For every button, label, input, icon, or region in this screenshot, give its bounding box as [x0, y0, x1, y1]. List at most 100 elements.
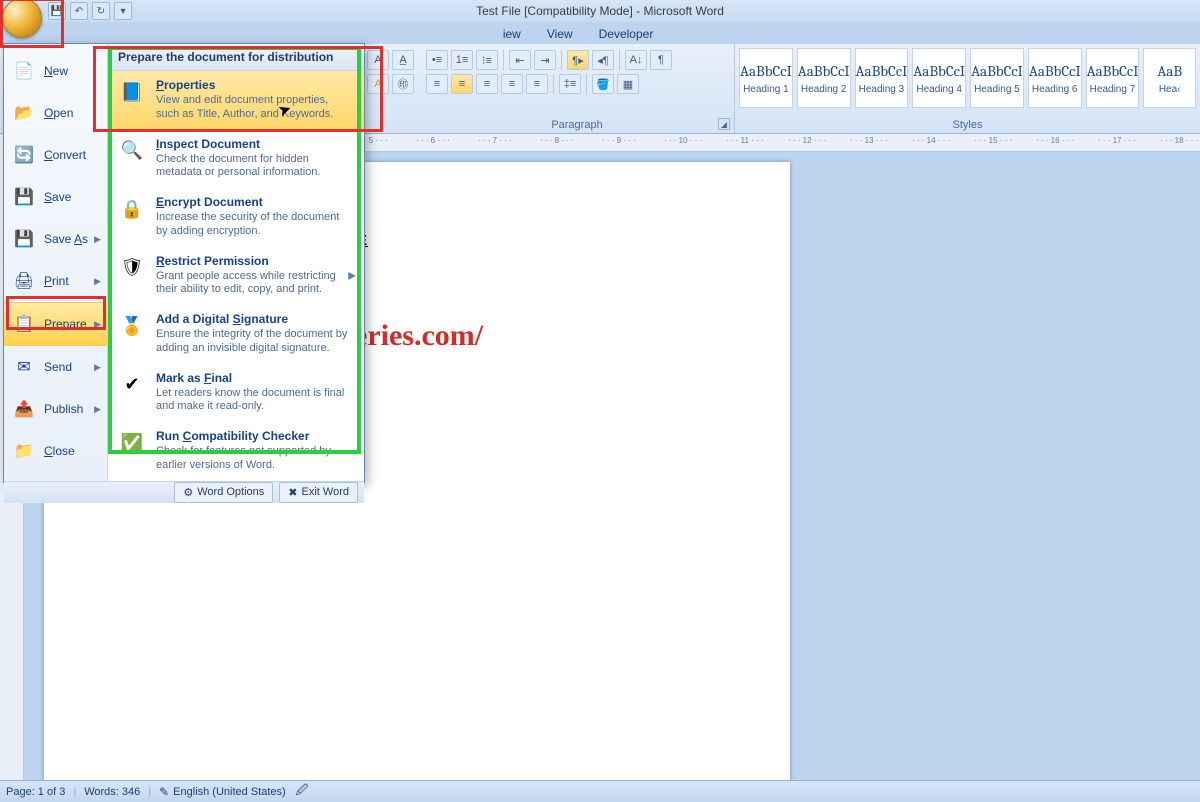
ribbon-tabs: HomeInsertPage LayoutReferencesMailings … [0, 22, 1200, 44]
submenu-arrow-icon: ▶ [94, 362, 101, 373]
tab-developer[interactable]: Developer [589, 24, 664, 44]
office-menu-publish[interactable]: 📤Publish▶ [4, 388, 107, 430]
office-menu-save[interactable]: 💾Save [4, 176, 107, 218]
submenu-arrow-icon: ▶ [94, 234, 101, 245]
office-menu-convert[interactable]: 🔄Convert [4, 134, 107, 176]
show-marks-button[interactable]: ¶ [650, 50, 672, 70]
align-left-button[interactable]: ≡ [426, 74, 448, 94]
submenu-arrow-icon: ▶ [348, 270, 356, 281]
close-icon: 📁 [12, 439, 36, 463]
properties-icon: 📘 [118, 78, 146, 106]
prepare-run-compatibility-checker[interactable]: ✅Run Compatibility CheckerCheck for feat… [108, 422, 364, 481]
print-icon: 🖨 [12, 269, 36, 293]
bullets-button[interactable]: •≡ [426, 50, 448, 70]
style-heading-5[interactable]: AaBbCcIHeading 5 [970, 48, 1024, 108]
save-icon: 💾 [12, 185, 36, 209]
style-heading-3[interactable]: AaBbCcIHeading 3 [855, 48, 909, 108]
ltr-button[interactable]: ¶▸ [567, 50, 589, 70]
paragraph-group-label: Paragraph [420, 119, 734, 131]
align-center-button[interactable]: ≡ [451, 74, 473, 94]
restrict-permission-icon: 🛡 [118, 254, 146, 282]
run-compatibility-checker-icon: ✅ [118, 429, 146, 457]
qat-redo-button[interactable]: ↻ [92, 2, 110, 20]
encrypt-document-icon: 🔒 [118, 195, 146, 223]
tab-view[interactable]: View [537, 24, 583, 44]
submenu-arrow-icon: ▶ [94, 319, 101, 330]
inspect-document-icon: 🔍 [118, 137, 146, 165]
status-bar: Page: 1 of 3| Words: 346| ✎ English (Uni… [0, 780, 1200, 802]
char-border-button[interactable]: A̲ [392, 50, 414, 70]
office-menu-left: 📄New📂Open🔄Convert💾Save💾Save As▶🖨Print▶📋P… [4, 44, 108, 481]
styles-group-label: Styles [735, 119, 1200, 131]
prepare-restrict-permission[interactable]: 🛡Restrict PermissionGrant people access … [108, 247, 364, 306]
qat-customize-button[interactable]: ▾ [114, 2, 132, 20]
distributed-button[interactable]: ≡ [526, 74, 548, 94]
borders-button[interactable]: ▦ [617, 74, 639, 94]
word-options-button[interactable]: ⚙Word Options [174, 482, 273, 503]
status-language[interactable]: English (United States) [173, 786, 286, 798]
add-a-digital-signature-icon: 🏅 [118, 312, 146, 340]
style-heading-6[interactable]: AaBbCcIHeading 6 [1028, 48, 1082, 108]
style-more-fragment[interactable]: AaBHea‹ [1143, 48, 1196, 108]
multilevel-button[interactable]: ⁝≡ [476, 50, 498, 70]
save-as-icon: 💾 [12, 227, 36, 251]
styles-group: AaBbCcIHeading 1AaBbCcIHeading 2AaBbCcIH… [735, 44, 1200, 133]
prepare-add-a-digital-signature[interactable]: 🏅Add a Digital SignatureEnsure the integ… [108, 305, 364, 364]
status-words[interactable]: Words: 346 [84, 786, 140, 798]
style-heading-1[interactable]: AaBbCcIHeading 1 [739, 48, 793, 108]
sort-button[interactable]: A↓ [625, 50, 647, 70]
title-bar: 💾 ↶ ↻ ▾ Test File [Compatibility Mode] -… [0, 0, 1200, 22]
prepare-icon: 📋 [12, 312, 36, 336]
paragraph-dialog-launcher[interactable]: ◢ [718, 118, 730, 130]
exit-word-button[interactable]: ✖Exit Word [279, 482, 358, 503]
office-menu-new[interactable]: 📄New [4, 50, 107, 92]
font-group-fragment: AA̲ A㊞ [365, 44, 420, 116]
window-title: Test File [Compatibility Mode] - Microso… [476, 4, 724, 18]
decrease-indent-button[interactable]: ⇤ [509, 50, 531, 70]
close-icon: ✖ [288, 486, 297, 499]
align-right-button[interactable]: ≡ [476, 74, 498, 94]
office-menu-save-as[interactable]: 💾Save As▶ [4, 218, 107, 260]
clear-format-button[interactable]: A [367, 50, 389, 70]
mark-as-final-icon: ✔ [118, 371, 146, 399]
options-icon: ⚙ [183, 486, 193, 499]
submenu-arrow-icon: ▶ [94, 276, 101, 287]
new-icon: 📄 [12, 59, 36, 83]
publish-icon: 📤 [12, 397, 36, 421]
office-menu-right: Prepare the document for distribution 📘P… [108, 44, 364, 481]
office-menu-open[interactable]: 📂Open [4, 92, 107, 134]
submenu-arrow-icon: ▶ [94, 404, 101, 415]
qat-undo-button[interactable]: ↶ [70, 2, 88, 20]
prepare-mark-as-final[interactable]: ✔Mark as FinalLet readers know the docum… [108, 364, 364, 423]
highlight-button[interactable]: A [367, 74, 389, 94]
office-menu-prepare[interactable]: 📋Prepare▶ [4, 302, 107, 346]
proofing-icon[interactable]: ✎ [159, 785, 169, 799]
prepare-header: Prepare the document for distribution [108, 44, 364, 71]
prepare-properties[interactable]: 📘PropertiesView and edit document proper… [108, 71, 364, 130]
office-menu-close[interactable]: 📁Close [4, 430, 107, 472]
justify-button[interactable]: ≡ [501, 74, 523, 94]
style-heading-2[interactable]: AaBbCcIHeading 2 [797, 48, 851, 108]
status-page[interactable]: Page: 1 of 3 [6, 786, 65, 798]
qat-save-button[interactable]: 💾 [48, 2, 66, 20]
track-changes-icon[interactable]: 🖉 [296, 781, 309, 802]
office-menu-footer: ⚙Word Options ✖Exit Word [4, 481, 364, 503]
tab-review-fragment[interactable]: iew [493, 24, 531, 44]
enclose-button[interactable]: ㊞ [392, 74, 414, 94]
prepare-inspect-document[interactable]: 🔍Inspect DocumentCheck the document for … [108, 130, 364, 189]
convert-icon: 🔄 [12, 143, 36, 167]
open-icon: 📂 [12, 101, 36, 125]
office-menu-print[interactable]: 🖨Print▶ [4, 260, 107, 302]
send-icon: ✉ [12, 355, 36, 379]
paragraph-group: •≡ 1≡ ⁝≡ ⇤ ⇥ ¶▸ ◂¶ A↓ ¶ ≡ ≡ ≡ ≡ ≡ ‡≡ [420, 44, 735, 133]
line-spacing-button[interactable]: ‡≡ [559, 74, 581, 94]
shading-button[interactable]: 🪣 [592, 74, 614, 94]
prepare-encrypt-document[interactable]: 🔒Encrypt DocumentIncrease the security o… [108, 188, 364, 247]
style-heading-7[interactable]: AaBbCcIHeading 7 [1086, 48, 1140, 108]
style-heading-4[interactable]: AaBbCcIHeading 4 [912, 48, 966, 108]
office-menu-send[interactable]: ✉Send▶ [4, 346, 107, 388]
increase-indent-button[interactable]: ⇥ [534, 50, 556, 70]
office-menu: 📄New📂Open🔄Convert💾Save💾Save As▶🖨Print▶📋P… [3, 43, 365, 483]
rtl-button[interactable]: ◂¶ [592, 50, 614, 70]
numbering-button[interactable]: 1≡ [451, 50, 473, 70]
